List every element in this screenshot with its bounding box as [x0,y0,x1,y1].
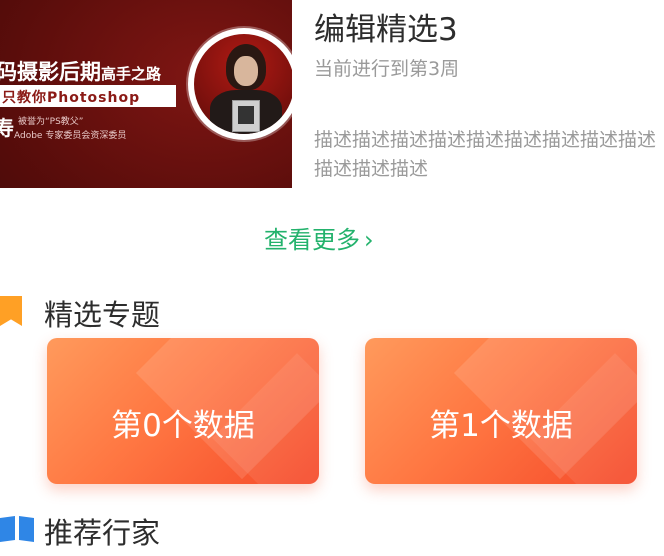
course-banner-image[interactable]: 码摄影后期高手之路 只教你Photoshop 寿 被誉为“PS教父” Adobe… [0,0,292,188]
featured-card-label: 第0个数据 [111,408,255,444]
featured-card-0[interactable]: 第0个数据 [47,338,319,484]
book-icon [0,516,34,542]
chevron-right-icon: › [364,226,374,254]
article-description: 描述描述描述描述描述描述描述描述描述描述描述描述 [314,129,657,180]
featured-card-label: 第1个数据 [429,408,573,444]
banner-tagline-bar: 只教你Photoshop [0,85,176,107]
banner-name-fragment: 寿 [0,116,14,140]
banner-caption-2: Adobe 专家委员会资深委员 [14,131,127,141]
instructor-portrait [188,28,292,140]
article-progress: 当前进行到第3周 [314,58,460,80]
bookmark-icon [0,296,22,326]
view-more-link[interactable]: 查看更多 › [264,220,374,255]
recommend-section-title: 推荐行家 [44,516,161,550]
article-title: 编辑精选3 [314,12,458,48]
view-more-label: 查看更多 [264,226,360,254]
featured-card-1[interactable]: 第1个数据 [365,338,637,484]
banner-caption: 被誉为“PS教父” [18,117,84,127]
banner-headline: 码摄影后期高手之路 [0,60,162,84]
featured-section-title: 精选专题 [44,298,161,332]
